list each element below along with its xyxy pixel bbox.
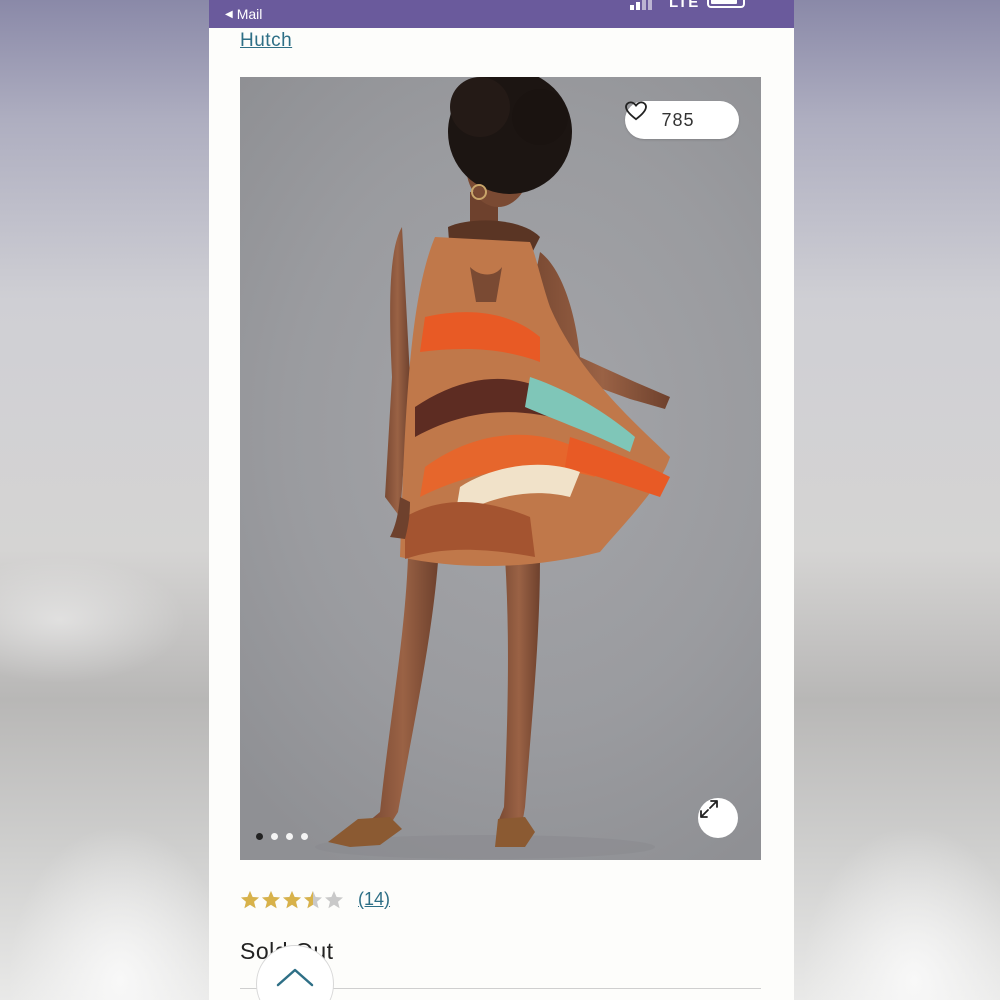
- star-icon: [262, 890, 280, 908]
- network-label: LTE: [669, 0, 700, 11]
- back-arrow-icon: ◀: [225, 8, 233, 20]
- product-image-carousel[interactable]: 785: [240, 77, 761, 860]
- star-icon: [325, 890, 343, 908]
- chevron-up-icon: [275, 966, 315, 992]
- rating-row: (14): [240, 889, 390, 910]
- brand-link[interactable]: Hutch: [240, 30, 292, 52]
- back-to-mail-button[interactable]: ◀ Mail: [225, 6, 262, 22]
- phone-screen: ◀ Mail LTE Hutch 785 (14) Sold: [209, 0, 794, 1000]
- reviews-link[interactable]: (14): [358, 889, 390, 910]
- background-right: [794, 0, 1000, 1000]
- carousel-dot[interactable]: [256, 833, 263, 840]
- carousel-dot[interactable]: [271, 833, 278, 840]
- carousel-pagination: [256, 833, 308, 840]
- background-left: [0, 0, 209, 1000]
- star-icon: [304, 890, 322, 908]
- carousel-dot[interactable]: [301, 833, 308, 840]
- likes-count: 785: [661, 109, 695, 130]
- status-bar: ◀ Mail LTE: [209, 0, 794, 28]
- carousel-dot[interactable]: [286, 833, 293, 840]
- star-rating: [240, 890, 344, 910]
- battery-icon: [707, 0, 745, 8]
- signal-strength-icon: [630, 0, 652, 10]
- product-photo: [315, 77, 670, 859]
- star-icon: [241, 890, 259, 908]
- expand-button[interactable]: [698, 798, 738, 838]
- back-label: Mail: [236, 6, 263, 22]
- star-icon: [283, 890, 301, 908]
- likes-button[interactable]: 785: [625, 101, 739, 139]
